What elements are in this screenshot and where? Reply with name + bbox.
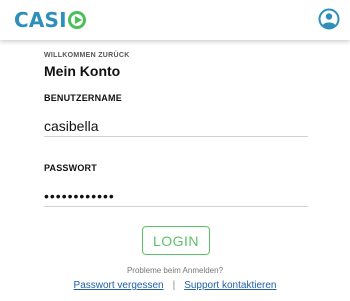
user-circle-icon[interactable] bbox=[318, 8, 340, 30]
contact-support-link[interactable]: Support kontaktieren bbox=[184, 280, 276, 291]
username-label: BENUTZERNAME bbox=[44, 93, 122, 103]
username-field[interactable] bbox=[44, 115, 308, 137]
play-circle-icon bbox=[67, 11, 86, 29]
login-help-text: Probleme beim Anmelden? bbox=[126, 266, 224, 275]
logo-text: CASI bbox=[14, 8, 67, 32]
casigo-logo[interactable]: CASI bbox=[14, 8, 86, 32]
fields-area: BENUTZERNAME PASSWORT bbox=[44, 0, 308, 301]
forgot-password-link[interactable]: Passwort vergessen bbox=[74, 280, 164, 291]
login-button[interactable]: LOGIN bbox=[142, 226, 210, 255]
top-bar: CASI bbox=[0, 0, 350, 40]
help-links: Passwort vergessen | Support kontaktieren bbox=[0, 280, 350, 291]
link-separator: | bbox=[172, 280, 176, 291]
password-field[interactable] bbox=[44, 185, 308, 207]
password-label: PASSWORT bbox=[44, 163, 97, 173]
